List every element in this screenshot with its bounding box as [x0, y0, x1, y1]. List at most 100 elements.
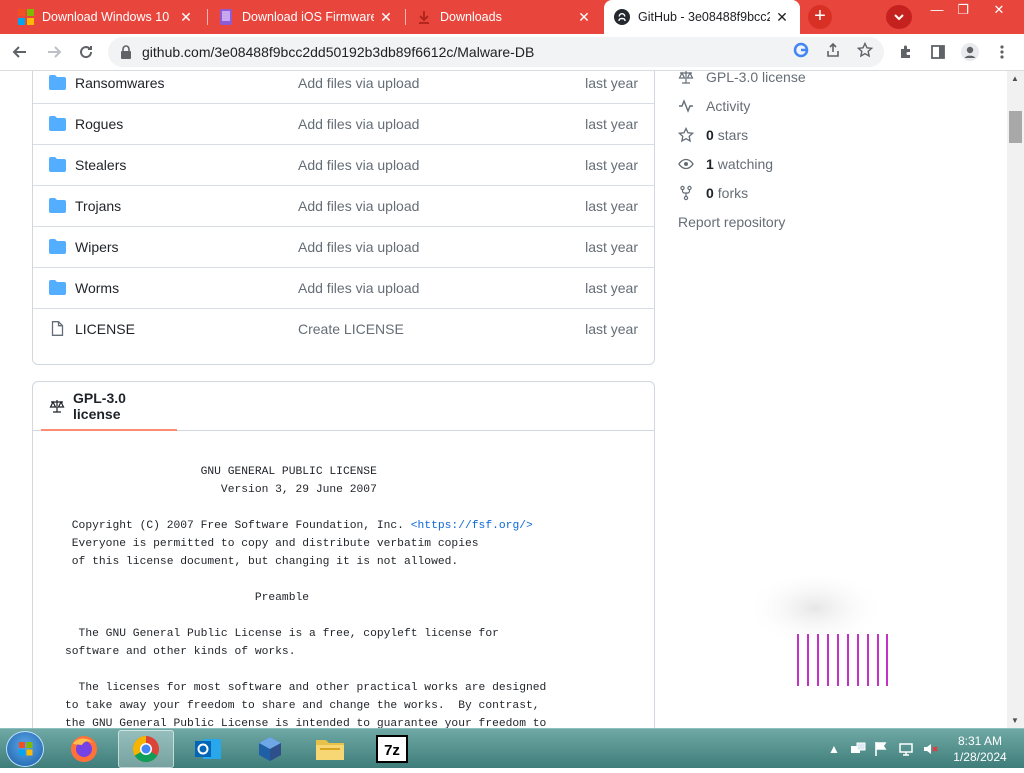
tray-network-devices-icon[interactable]: [850, 729, 866, 769]
page-scrollbar[interactable]: ▲ ▼: [1007, 71, 1024, 728]
stars-label: stars: [717, 127, 749, 143]
new-tab-button[interactable]: +: [808, 5, 832, 29]
file-list: Ransomwares Add files via upload last ye…: [32, 71, 655, 365]
system-clock[interactable]: 8:31 AM 1/28/2024: [944, 733, 1016, 765]
close-tab-icon[interactable]: ✕: [774, 9, 790, 26]
tab-windows10[interactable]: Download Windows 10 ✕: [8, 0, 204, 34]
lock-icon[interactable]: [120, 45, 134, 59]
taskbar-chrome[interactable]: [118, 730, 174, 768]
file-name[interactable]: Ransomwares: [75, 75, 164, 91]
tab-title: GitHub - 3e08488f9bcc2d: [638, 10, 770, 24]
forward-button[interactable]: [42, 40, 66, 64]
commit-date: last year: [585, 280, 638, 296]
taskbar-virtualbox[interactable]: [242, 730, 298, 768]
tab-gpl-license[interactable]: GPL-3.0 license: [41, 382, 177, 431]
watchers-link[interactable]: 1 watching: [678, 154, 773, 174]
show-hidden-icons-icon[interactable]: ▲: [828, 729, 840, 769]
scroll-down-arrow-icon[interactable]: ▼: [1011, 716, 1020, 725]
file-row-stealers[interactable]: Stealers Add files via upload last year: [33, 144, 654, 185]
downloads-icon: [416, 9, 432, 25]
ipsw-icon: [218, 9, 234, 25]
maximize-button[interactable]: ❐: [946, 0, 980, 22]
tab-ios-firmware[interactable]: Download iOS Firmware f ✕: [208, 0, 404, 34]
commit-message[interactable]: Add files via upload: [298, 280, 419, 296]
scrollbar-thumb[interactable]: [1009, 111, 1022, 143]
activity-link[interactable]: Activity: [678, 96, 750, 116]
forks-link[interactable]: 0 forks: [678, 183, 748, 203]
file-explorer-icon: [316, 740, 344, 760]
back-button[interactable]: [8, 40, 32, 64]
commit-date: last year: [585, 116, 638, 132]
file-name[interactable]: LICENSE: [75, 321, 135, 337]
scroll-up-arrow-icon[interactable]: ▲: [1011, 74, 1020, 83]
taskbar-firefox[interactable]: [56, 730, 112, 768]
file-row-worms[interactable]: Worms Add files via upload last year: [33, 267, 654, 308]
tray-flag-icon[interactable]: [874, 729, 888, 769]
google-icon[interactable]: [792, 41, 810, 59]
license-line: the GNU General Public License is intend…: [65, 718, 547, 728]
report-label: Report repository: [678, 214, 786, 230]
file-name[interactable]: Trojans: [75, 198, 121, 214]
start-button[interactable]: [6, 731, 44, 767]
license-line: software and other kinds of works.: [65, 646, 296, 658]
commit-message[interactable]: Add files via upload: [298, 157, 419, 173]
file-row-trojans[interactable]: Trojans Add files via upload last year: [33, 185, 654, 226]
report-repository-link[interactable]: Report repository: [678, 212, 785, 232]
file-name[interactable]: Rogues: [75, 116, 123, 132]
tab-title: Download Windows 10: [42, 10, 170, 24]
commit-date: last year: [585, 157, 638, 173]
commit-message[interactable]: Add files via upload: [298, 239, 419, 255]
commit-date: last year: [585, 239, 638, 255]
close-tab-icon[interactable]: ✕: [378, 9, 394, 26]
side-panel-icon[interactable]: [926, 40, 950, 64]
file-row-license[interactable]: LICENSE Create LICENSE last year: [33, 308, 654, 349]
commit-message[interactable]: Add files via upload: [298, 75, 419, 91]
license-panel-header: GPL-3.0 license: [33, 382, 654, 431]
commit-date: last year: [585, 198, 638, 214]
clock-time: 8:31 AM: [957, 734, 1003, 748]
folder-icon: [49, 239, 66, 254]
tab-search-button[interactable]: [886, 5, 912, 29]
license-line: to take away your freedom to share and c…: [65, 700, 540, 712]
file-name[interactable]: Worms: [75, 280, 119, 296]
taskbar-outlook[interactable]: [180, 730, 236, 768]
file-name[interactable]: Wipers: [75, 239, 119, 255]
tab-github[interactable]: GitHub - 3e08488f9bcc2d ✕: [604, 0, 800, 34]
extensions-icon[interactable]: [894, 40, 918, 64]
license-line: GNU GENERAL PUBLIC LICENSE: [65, 466, 377, 478]
license-panel: GPL-3.0 license GNU GENERAL PUBLIC LICEN…: [32, 381, 655, 728]
law-scale-icon: [678, 71, 694, 85]
file-name[interactable]: Stealers: [75, 157, 126, 173]
activity-label: Activity: [706, 98, 751, 114]
fsf-link[interactable]: <https://fsf.org/>: [411, 520, 533, 532]
tray-network-icon[interactable]: [898, 729, 914, 769]
file-row-wipers[interactable]: Wipers Add files via upload last year: [33, 226, 654, 267]
tab-downloads[interactable]: Downloads ✕: [406, 0, 602, 34]
fork-icon: [678, 185, 694, 201]
file-row-rogues[interactable]: Rogues Add files via upload last year: [33, 103, 654, 144]
commit-message[interactable]: Add files via upload: [298, 116, 419, 132]
commit-message[interactable]: Create LICENSE: [298, 321, 404, 337]
bookmark-star-icon[interactable]: [856, 41, 874, 59]
taskbar-7zip[interactable]: 7z: [364, 730, 420, 768]
share-icon[interactable]: [824, 41, 842, 59]
close-window-button[interactable]: ✕: [982, 0, 1016, 22]
license-label: GPL-3.0 license: [706, 71, 806, 85]
close-tab-icon[interactable]: ✕: [576, 9, 592, 26]
reload-button[interactable]: [74, 40, 98, 64]
forks-label: forks: [717, 185, 749, 201]
tab-strip: Download Windows 10 ✕ Download iOS Firmw…: [0, 0, 1024, 34]
address-bar[interactable]: github.com/3e08488f9bcc2dd50192b3db89f66…: [108, 37, 884, 67]
profile-avatar[interactable]: [958, 40, 982, 64]
tray-volume-muted-icon[interactable]: [922, 729, 938, 769]
close-tab-icon[interactable]: ✕: [178, 9, 194, 26]
commit-message[interactable]: Add files via upload: [298, 198, 419, 214]
taskbar-file-explorer[interactable]: [302, 730, 358, 768]
tab-title: Download iOS Firmware f: [242, 10, 374, 24]
license-line: The licenses for most software and other…: [65, 682, 547, 694]
browser-menu-icon[interactable]: [990, 40, 1014, 64]
file-row-ransomwares[interactable]: Ransomwares Add files via upload last ye…: [33, 71, 654, 103]
license-link[interactable]: GPL-3.0 license: [678, 71, 806, 87]
stars-link[interactable]: 0 stars: [678, 125, 748, 145]
github-repo-page: Ransomwares Add files via upload last ye…: [0, 71, 1007, 728]
